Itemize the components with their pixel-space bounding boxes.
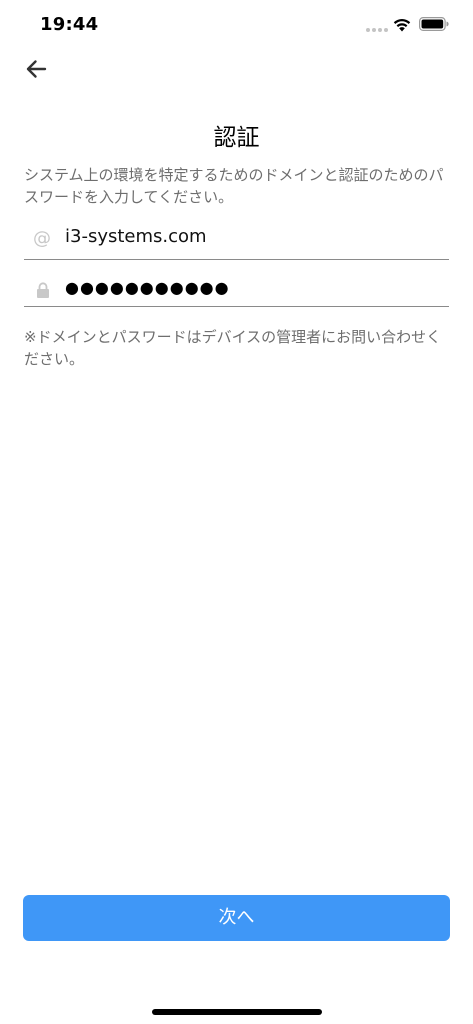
lock-icon [37,282,49,298]
back-button[interactable] [22,54,52,84]
home-indicator[interactable] [152,1009,322,1015]
arrow-left-icon [26,60,47,78]
note-text: ※ドメインとパスワードはデバイスの管理者にお問い合わせください。 [24,328,442,368]
status-time: 19:44 [40,14,99,35]
page-title: 認証 [213,125,260,151]
wifi-icon [393,18,411,32]
battery-icon [419,17,449,31]
at-sign-icon: @ [33,228,51,249]
domain-field[interactable]: @ i3-systems.com [24,219,449,260]
password-input[interactable]: ●●●●●●●●●●● [65,278,230,297]
next-button[interactable]: 次へ [23,895,450,941]
signal-dots-icon [366,28,388,32]
password-field[interactable]: ●●●●●●●●●●● [24,266,449,307]
domain-input[interactable]: i3-systems.com [65,226,207,247]
description-text: システム上の環境を特定するためのドメインと認証のためのパスワードを入力してくださ… [24,166,444,206]
status-bar: 19:44 [0,0,473,50]
